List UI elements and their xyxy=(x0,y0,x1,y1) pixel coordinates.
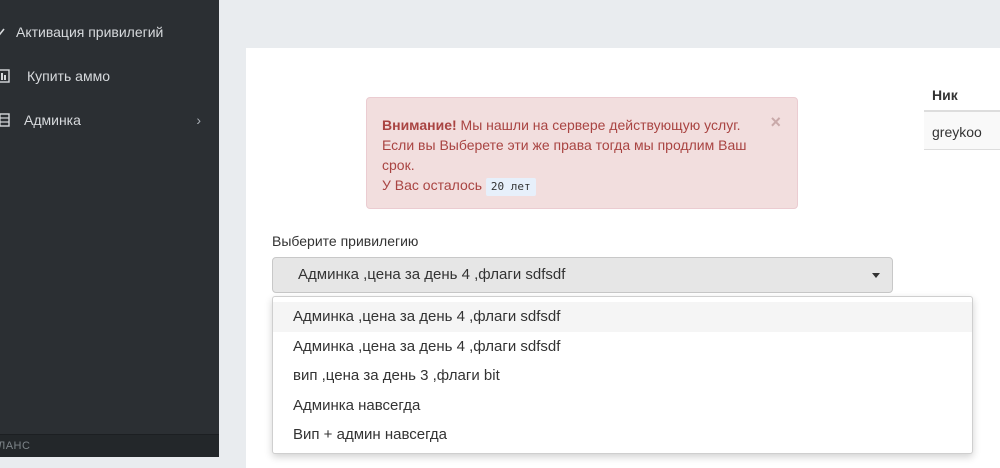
table-header-nick: Ник xyxy=(924,74,1000,112)
dropdown-option[interactable]: Админка ,цена за день 4 ,флаги sdfsdf xyxy=(273,332,972,362)
sidebar-footer: ЛАНС xyxy=(0,434,219,457)
alert-remaining-label: У Вас осталось xyxy=(382,177,483,193)
sidebar-item-label: Активация привилегий xyxy=(16,24,164,40)
privilege-select[interactable]: Админка ,цена за день 4 ,флаги sdfsdf xyxy=(272,257,893,293)
bar-chart-icon xyxy=(0,68,10,84)
table-icon xyxy=(0,112,10,128)
privilege-select-label: Выберите привилегию xyxy=(272,233,419,249)
sidebar-item-admin[interactable]: Админка › xyxy=(0,100,219,140)
alert-title: Внимание! xyxy=(382,117,457,133)
warning-alert: Внимание! Мы нашли на сервере действующу… xyxy=(366,97,798,209)
dropdown-option[interactable]: Админка ,цена за день 4 ,флаги sdfsdf xyxy=(273,302,972,332)
dropdown-option[interactable]: Вип + админ навсегда xyxy=(273,420,972,450)
sidebar-item-privilege-activation[interactable]: Активация привилегий xyxy=(0,12,219,52)
chevron-right-icon: › xyxy=(196,112,201,128)
remaining-time-badge: 20 лет xyxy=(485,178,536,196)
sidebar: Активация привилегий Купить аммо Админка… xyxy=(0,0,219,457)
dropdown-option[interactable]: вип ,цена за день 3 ,флаги bit xyxy=(273,361,972,391)
chevron-down-icon xyxy=(0,25,10,41)
sidebar-item-buy-ammo[interactable]: Купить аммо xyxy=(0,56,219,96)
dropdown-option[interactable]: Админка навсегда xyxy=(273,391,972,421)
table-cell-nick: greykoo xyxy=(924,112,1000,150)
sidebar-footer-label: ЛАНС xyxy=(0,440,31,452)
privilege-select-value: Админка ,цена за день 4 ,флаги sdfsdf xyxy=(298,266,566,283)
privilege-dropdown: Админка ,цена за день 4 ,флаги sdfsdf Ад… xyxy=(272,296,973,454)
close-icon[interactable]: × xyxy=(770,112,781,132)
sidebar-item-label: Админка xyxy=(24,112,81,128)
sidebar-item-label: Купить аммо xyxy=(27,68,110,84)
caret-down-icon xyxy=(872,273,880,278)
